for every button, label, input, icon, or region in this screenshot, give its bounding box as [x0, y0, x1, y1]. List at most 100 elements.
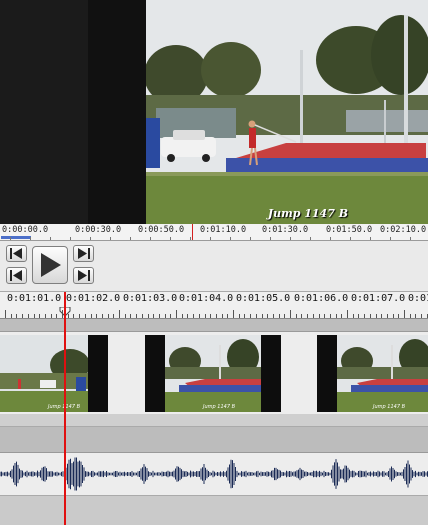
ruler-tick — [410, 237, 411, 240]
ruler-tick — [238, 314, 240, 318]
ruler-tick — [10, 237, 11, 240]
ruler-tick — [415, 314, 417, 318]
ruler-tick — [181, 314, 183, 318]
timeline-time-label: 0:01:0 — [408, 293, 428, 304]
overview-time-label: 0:00:00.0 — [2, 225, 49, 235]
ruler-tick — [370, 237, 371, 240]
clip-thumbnail[interactable]: Jump 1147 B — [317, 335, 428, 412]
ruler-tick — [301, 314, 303, 318]
skip-to-start-icon — [10, 270, 22, 281]
video-preview: Jump 1147 B — [0, 0, 428, 224]
ruler-tick — [84, 314, 86, 318]
ruler-tick — [158, 314, 160, 318]
clip-thumbnail[interactable]: Jump 1147 B — [145, 335, 281, 412]
transport-controls — [0, 241, 428, 292]
ruler-tick — [270, 237, 271, 240]
ruler-tick — [421, 314, 423, 318]
overview-time-label: 0:01:10.0 — [200, 225, 247, 235]
overview-time-label: 0:01:30.0 — [262, 225, 309, 235]
step-forward-button[interactable] — [73, 245, 94, 262]
letterbox-mid — [88, 0, 146, 224]
ruler-tick — [352, 314, 354, 318]
timeline-time-label: 0:01:05.0 — [236, 293, 291, 304]
overview-ruler[interactable]: 0:00:00.0 0:00:30.0 0:00:50.0 0:01:10.0 … — [0, 224, 428, 241]
ruler-tick — [187, 314, 189, 318]
ruler-tick — [39, 314, 41, 318]
play-icon — [41, 253, 61, 277]
thumbnail-image — [0, 335, 88, 412]
overview-time-label: 0:02:10.0 — [380, 225, 427, 235]
ruler-tick — [390, 237, 391, 240]
ruler-tick — [267, 314, 269, 318]
thumbnail-caption: Jump 1147 B — [373, 404, 406, 410]
ruler-tick — [233, 310, 234, 318]
ruler-tick — [150, 237, 151, 240]
ruler-tick — [358, 314, 360, 318]
timeline-time-label: 0:01:06.0 — [294, 293, 349, 304]
ruler-tick — [392, 314, 394, 318]
ruler-tick — [210, 237, 211, 240]
ruler-tick — [210, 314, 212, 318]
ruler-tick — [409, 314, 411, 318]
ruler-tick — [364, 314, 366, 318]
playhead-line[interactable] — [64, 292, 66, 525]
ruler-tick — [141, 314, 143, 318]
ruler-tick — [347, 310, 348, 318]
ruler-tick — [312, 314, 314, 318]
ruler-tick — [164, 314, 166, 318]
go-to-end-button[interactable] — [73, 267, 94, 284]
ruler-tick — [375, 314, 377, 318]
ruler-tick — [79, 314, 81, 318]
ruler-tick — [73, 314, 75, 318]
ruler-tick — [176, 310, 177, 318]
overview-time-label: 0:01:50.0 — [326, 225, 373, 235]
ruler-tick — [119, 310, 120, 318]
ruler-tick — [350, 237, 351, 240]
step-back-button[interactable] — [6, 245, 27, 262]
thumbnail-image — [165, 335, 261, 412]
ruler-tick — [50, 237, 51, 240]
ruler-tick — [290, 237, 291, 240]
ruler-tick — [318, 314, 320, 318]
clip-thumbnail[interactable]: Jump 1147 B — [0, 335, 108, 412]
ruler-tick — [33, 314, 35, 318]
timeline-time-label: 0:01:07.0 — [351, 293, 406, 304]
timeline-time-label: 0:01:04.0 — [179, 293, 234, 304]
ruler-tick — [170, 237, 171, 240]
ruler-tick — [324, 314, 326, 318]
overview-playhead[interactable] — [192, 224, 193, 240]
ruler-tick — [96, 314, 98, 318]
ruler-tick — [398, 314, 400, 318]
go-to-start-button[interactable] — [6, 267, 27, 284]
ruler-tick — [404, 310, 405, 318]
ruler-tick — [62, 310, 63, 318]
ruler-tick — [147, 314, 149, 318]
step-back-icon — [10, 248, 22, 259]
video-caption: Jump 1147 B — [267, 207, 348, 220]
play-button[interactable] — [32, 246, 68, 284]
ruler-tick — [221, 314, 223, 318]
ruler-tick — [250, 314, 252, 318]
ruler-tick — [261, 314, 263, 318]
ruler-tick — [90, 237, 91, 240]
ruler-tick — [5, 310, 6, 318]
ruler-tick — [386, 314, 388, 318]
letterbox-left — [0, 0, 88, 224]
timeline-time-label: 0:01:03.0 — [123, 293, 178, 304]
ruler-tick — [70, 237, 71, 240]
ruler-tick — [335, 314, 337, 318]
ruler-tick — [124, 314, 126, 318]
ruler-tick — [272, 314, 274, 318]
ruler-tick — [22, 314, 24, 318]
overview-scroll-indicator[interactable] — [1, 236, 31, 239]
ruler-tick — [227, 314, 229, 318]
ruler-tick — [204, 314, 206, 318]
ruler-tick — [16, 314, 18, 318]
ruler-tick — [67, 314, 69, 318]
ruler-tick — [307, 314, 309, 318]
ruler-tick — [381, 314, 383, 318]
ruler-tick — [329, 314, 331, 318]
ruler-tick — [30, 237, 31, 240]
overview-time-label: 0:00:30.0 — [75, 225, 122, 235]
ruler-tick — [255, 314, 257, 318]
